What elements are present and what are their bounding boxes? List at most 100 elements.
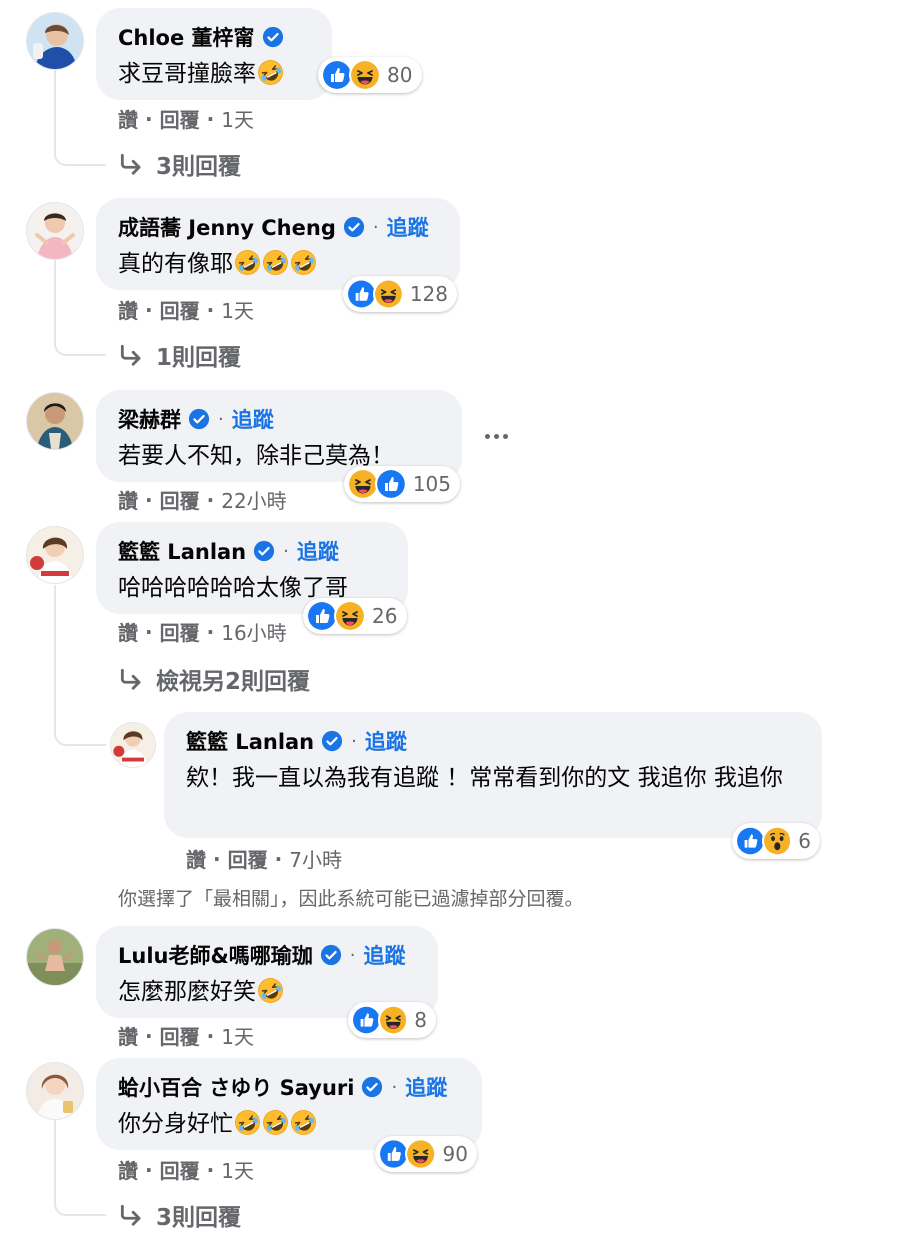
view-replies-label: 3則回覆 <box>156 1205 242 1231</box>
comment-actions: 讚 · 回覆 · 22小時 <box>118 485 287 514</box>
separator: · <box>206 619 215 644</box>
avatar[interactable] <box>26 526 84 584</box>
comment-bubble: Chloe 董梓甯 求豆哥撞臉率 <box>96 8 332 100</box>
more-options-icon[interactable] <box>476 426 516 446</box>
separator: · <box>274 846 283 871</box>
timestamp[interactable]: 22小時 <box>221 485 286 514</box>
timestamp[interactable]: 16小時 <box>221 617 286 646</box>
rolling-laughing-emoji-icon <box>234 249 261 276</box>
rolling-laughing-emoji-icon <box>257 977 284 1004</box>
reaction-summary[interactable]: 90 <box>375 1136 477 1172</box>
thread-line <box>54 585 56 685</box>
timestamp[interactable]: 7小時 <box>289 844 342 873</box>
avatar[interactable] <box>26 202 84 260</box>
avatar[interactable] <box>26 1062 84 1120</box>
like-button[interactable]: 讚 <box>186 844 206 873</box>
haha-icon <box>377 1004 409 1036</box>
avatar[interactable] <box>26 12 84 70</box>
reply-text: 欸！我一直以為我有追蹤 ！常常看到你的文 我追你 我追你 <box>186 765 783 791</box>
verified-badge-icon <box>262 26 284 48</box>
reply-button[interactable]: 回覆 <box>160 1021 200 1050</box>
view-replies-link[interactable]: 3則回覆 <box>118 147 241 181</box>
reply-arrow-icon <box>118 666 144 692</box>
like-button[interactable]: 讚 <box>118 295 138 324</box>
reply-button[interactable]: 回覆 <box>228 844 268 873</box>
reply-button[interactable]: 回覆 <box>160 1155 200 1184</box>
reaction-count: 105 <box>412 472 451 496</box>
separator: · <box>206 297 215 322</box>
comment-actions: 讚 · 回覆 · 1天 <box>118 295 254 324</box>
separator: · <box>218 408 224 430</box>
reply-actions: 讚 · 回覆 · 7小時 <box>186 844 342 873</box>
author-name[interactable]: 籃籃 Lanlan <box>186 726 314 756</box>
follow-button[interactable]: 追蹤 <box>297 536 339 566</box>
avatar[interactable] <box>26 392 84 450</box>
like-button[interactable]: 讚 <box>118 1021 138 1050</box>
separator: · <box>145 297 153 322</box>
author-name[interactable]: 籃籃 Lanlan <box>118 536 246 566</box>
reply-button[interactable]: 回覆 <box>160 617 200 646</box>
reply-arrow-icon <box>118 151 144 177</box>
view-replies-label: 1則回覆 <box>156 345 242 371</box>
reaction-summary[interactable]: 26 <box>303 598 407 634</box>
timestamp[interactable]: 1天 <box>221 1155 254 1184</box>
like-button[interactable]: 讚 <box>118 617 138 646</box>
avatar[interactable] <box>110 722 156 768</box>
separator: · <box>372 216 379 238</box>
reaction-summary[interactable]: 80 <box>318 57 422 93</box>
reply-arrow-icon <box>118 342 144 368</box>
follow-button[interactable]: 追蹤 <box>364 940 406 970</box>
verified-badge-icon <box>361 1076 383 1098</box>
separator: · <box>145 106 153 131</box>
reply-button[interactable]: 回覆 <box>160 295 200 324</box>
comment-text: 求豆哥撞臉率 <box>118 57 284 91</box>
reply-button[interactable]: 回覆 <box>160 104 200 133</box>
author-name[interactable]: 梁赫群 <box>118 404 181 434</box>
rolling-laughing-emoji-icon <box>257 59 284 86</box>
separator: · <box>206 1023 215 1048</box>
view-replies-link[interactable]: 1則回覆 <box>118 338 241 372</box>
haha-icon <box>405 1138 437 1170</box>
separator: · <box>391 1076 398 1098</box>
follow-button[interactable]: 追蹤 <box>232 404 274 434</box>
filter-notice: 你選擇了「最相關」，因此系統可能已過濾掉部分回覆。 <box>118 888 584 910</box>
view-more-replies-link[interactable]: 檢視另2則回覆 <box>118 662 310 696</box>
avatar[interactable] <box>26 928 84 986</box>
follow-button[interactable]: 追蹤 <box>405 1072 447 1102</box>
separator: · <box>145 1157 153 1182</box>
separator: · <box>145 1023 153 1048</box>
follow-button[interactable]: 追蹤 <box>387 212 429 242</box>
author-name[interactable]: Chloe 董梓甯 <box>118 22 255 52</box>
like-button[interactable]: 讚 <box>118 1155 138 1184</box>
author-name[interactable]: Lulu老師&嗎哪瑜珈 <box>118 940 313 970</box>
author-name[interactable]: 蛤小百合 さゆり Sayuri <box>118 1072 354 1102</box>
verified-badge-icon <box>188 408 210 430</box>
haha-icon <box>349 59 381 91</box>
timestamp[interactable]: 1天 <box>221 104 254 133</box>
reaction-summary[interactable]: 105 <box>344 466 460 502</box>
like-button[interactable]: 讚 <box>118 104 138 133</box>
view-replies-label: 3則回覆 <box>156 154 242 180</box>
author-name[interactable]: 成語蕎 Jenny Cheng <box>118 212 336 242</box>
verified-badge-icon <box>321 730 343 752</box>
timestamp[interactable]: 1天 <box>221 1021 254 1050</box>
separator: · <box>206 487 215 512</box>
separator: · <box>351 730 357 752</box>
reaction-summary[interactable]: 6 <box>732 823 820 859</box>
reaction-summary[interactable]: 128 <box>343 276 457 312</box>
comment-actions: 讚 · 回覆 · 1天 <box>118 1155 254 1184</box>
reply-button[interactable]: 回覆 <box>160 485 200 514</box>
separator: · <box>213 846 221 871</box>
rolling-laughing-emoji-icon <box>290 249 317 276</box>
follow-button[interactable]: 追蹤 <box>365 726 407 756</box>
reaction-count: 80 <box>387 63 413 87</box>
view-replies-link[interactable]: 3則回覆 <box>118 1198 241 1232</box>
timestamp[interactable]: 1天 <box>221 295 254 324</box>
like-button[interactable]: 讚 <box>118 485 138 514</box>
separator: · <box>145 619 153 644</box>
comment-actions: 讚 · 回覆 · 1天 <box>118 104 254 133</box>
separator: · <box>145 487 153 512</box>
comment-actions: 讚 · 回覆 · 1天 <box>118 1021 254 1050</box>
reaction-summary[interactable]: 8 <box>348 1002 436 1038</box>
rolling-laughing-emoji-icon <box>234 1109 261 1136</box>
